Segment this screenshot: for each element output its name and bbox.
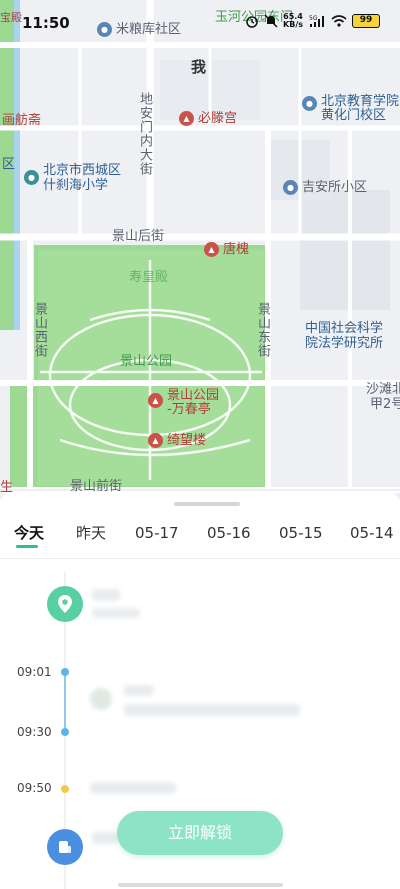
map-label-cass-1: 中国社会科学 — [305, 321, 384, 336]
poi-icon: ▲ — [148, 433, 163, 448]
alarm-icon — [246, 16, 258, 28]
map-label-dianan: 地安门内大街 — [137, 92, 152, 176]
network-speed: 65.4 KB/s — [283, 12, 303, 29]
timeline-dot-start — [61, 668, 69, 676]
poi-icon: ▲ — [148, 393, 163, 408]
blurred-vehicle-text — [92, 832, 118, 844]
map-label-wo: 我 — [191, 58, 207, 76]
map-label-jian: 吉安所小区 — [302, 180, 368, 195]
tab-05-15[interactable]: 05-15 — [279, 522, 323, 556]
blurred-trip-icon — [90, 688, 112, 710]
location-marker[interactable] — [47, 586, 83, 622]
map-label-jingshan-dong: 景山东街 — [255, 302, 270, 358]
timeline-dot-stop — [61, 785, 69, 793]
poi-icon: ▲ — [204, 242, 219, 257]
tab-05-16[interactable]: 05-16 — [207, 522, 251, 556]
wifi-icon — [331, 15, 347, 27]
map-label-xicheng-2: 什刹海小学 — [43, 178, 109, 193]
map-label-left-qu: 区 — [2, 157, 16, 172]
tab-05-14[interactable]: 05-14 — [350, 522, 394, 556]
map-label-jingshan-hou: 景山后街 — [112, 229, 165, 244]
map-label-edu-1: 北京教育学院 — [321, 94, 400, 109]
blurred-location-detail — [92, 608, 140, 618]
battery-indicator: 99 — [352, 14, 380, 28]
map-view[interactable]: 宝殿 ● 米粮库社区 玉河公园东门 我 地安门内大街 ▲ 必滕宫 ● 北京教育学… — [0, 0, 400, 500]
map-label-shatan-2: 甲2号 — [370, 397, 400, 412]
mute-icon — [264, 14, 278, 28]
location-pin-icon — [58, 595, 72, 613]
home-indicator[interactable] — [118, 883, 283, 887]
map-label-shatan-1: 沙滩北 — [366, 382, 400, 397]
map-label-jingshan-xi: 景山西街 — [32, 302, 47, 358]
timeline-dot-end — [61, 728, 69, 736]
poi-icon: ● — [302, 96, 317, 111]
tab-today[interactable]: 今天 — [14, 522, 44, 556]
blurred-stop-text — [90, 782, 176, 794]
map-label-xicheng-1: 北京市西城区 — [43, 163, 122, 178]
time-label-1: 09:01 — [17, 665, 52, 679]
map-label-jingshan-park: 景山公园 — [120, 354, 173, 369]
poi-icon: ▲ — [179, 111, 194, 126]
status-time: 11:50 — [22, 14, 70, 32]
status-icons: 65.4 KB/s 5G 99 — [245, 13, 380, 29]
map-label-shouhuang: 寿皇殿 — [129, 270, 169, 285]
map-label-wanchun-2: -万春亭 — [167, 402, 211, 417]
poi-icon: ● — [24, 170, 39, 185]
blurred-trip-title — [124, 685, 154, 696]
map-label-fangshan: 画舫斋 — [2, 113, 42, 128]
map-label-qiwang: 绮望楼 — [167, 433, 207, 448]
tab-yesterday[interactable]: 昨天 — [76, 522, 106, 556]
blurred-trip-detail — [124, 704, 300, 716]
timeline-travel-segment — [64, 671, 66, 731]
svg-text:5G: 5G — [309, 15, 318, 22]
map-label-tanghuai: 唐槐 — [223, 242, 250, 257]
date-tabs: 今天 昨天 05-17 05-16 05-15 05-14 — [0, 522, 400, 556]
trip-sheet: 今天 昨天 05-17 05-16 05-15 05-14 09:01 09:3… — [0, 492, 400, 889]
time-label-2: 09:30 — [17, 725, 52, 739]
vehicle-marker[interactable] — [47, 829, 83, 865]
map-label-edu-2: 黄化门校区 — [321, 108, 387, 123]
status-bar: 11:50 65.4 KB/s 5G 99 — [0, 0, 400, 48]
poi-icon: ● — [283, 180, 298, 195]
unlock-button[interactable]: 立即解锁 — [117, 811, 283, 855]
car-icon — [59, 841, 71, 853]
time-label-3: 09:50 — [17, 781, 52, 795]
sheet-drag-handle[interactable] — [174, 502, 240, 506]
blurred-location-title — [92, 589, 120, 601]
map-label-wanchun-1: 景山公园 — [167, 388, 220, 403]
tab-05-17[interactable]: 05-17 — [135, 522, 179, 556]
tabs-divider — [0, 558, 400, 559]
map-label-xizhou: 必滕宫 — [198, 111, 238, 126]
cellular-signal-icon: 5G — [309, 15, 324, 27]
map-label-cass-2: 院法学研究所 — [305, 336, 384, 351]
